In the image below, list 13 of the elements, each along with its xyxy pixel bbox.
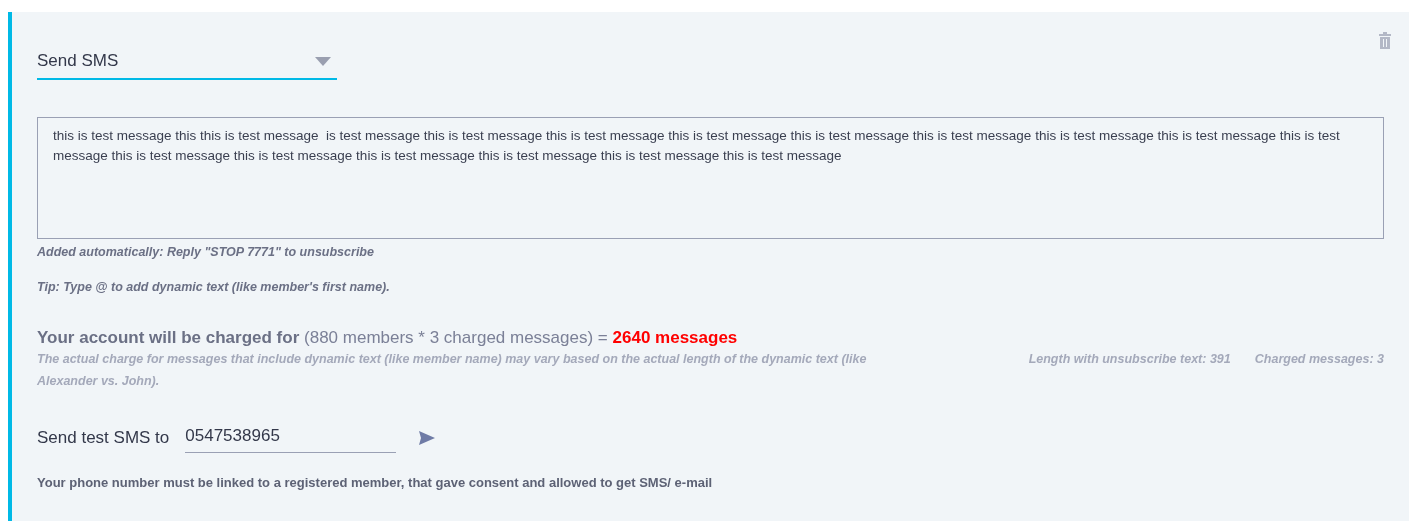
length-info: Length with unsubscribe text: 391 [1028, 351, 1231, 368]
phone-note: Your phone number must be linked to a registered member, that gave consent and allowed to get SMS/ e-mail [37, 475, 714, 490]
caret-icon [315, 56, 331, 66]
action-select[interactable]: Send SMS [37, 48, 337, 80]
unsubscribe-note: Added automatically: Reply "STOP 7771" to unsubscribe [37, 244, 375, 261]
tip-text: Tip: Type @ to add dynamic text (like member's first name). [37, 279, 391, 296]
test-sms-label: Send test SMS to [37, 427, 170, 448]
charged-info: Charged messages: 3 [1254, 351, 1384, 368]
message-field[interactable]: this is test message this this is test message is test message this is test message this is test message this is test message this is test message this is test message this is test message this is test message this is test message this is test message this is test message this is test message this is test message this is test message this is test message [37, 117, 1384, 239]
charge-summary: Your account will be charged for (880 members * 3 charged messages) = 2640 messages [37, 328, 739, 348]
send-icon[interactable] [419, 430, 436, 445]
phone-field[interactable]: 0547538965 [185, 422, 397, 453]
charge-note: The actual charge for messages that include dynamic text (like member name) may vary based on the actual length of the dynamic text (like Alexander vs. John). [37, 351, 867, 390]
